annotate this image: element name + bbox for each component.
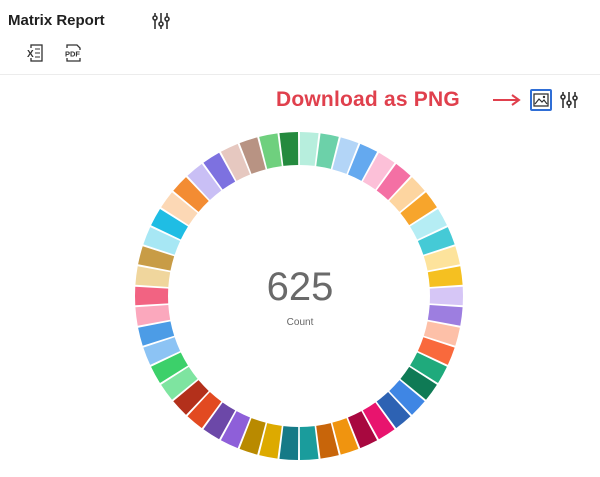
svg-text:PDF: PDF — [65, 50, 80, 59]
donut-segment[interactable] — [279, 132, 299, 166]
donut-segment[interactable] — [299, 426, 319, 460]
svg-text:X: X — [27, 49, 34, 60]
sliders-icon[interactable] — [150, 11, 172, 31]
pdf-export-icon[interactable]: PDF — [61, 42, 85, 64]
donut-segment[interactable] — [429, 286, 463, 306]
excel-export-icon[interactable]: X — [24, 42, 46, 64]
donut-segment[interactable] — [299, 132, 319, 166]
report-title: Matrix Report — [8, 12, 105, 29]
total-count-label: Count — [286, 317, 314, 328]
donut-segment[interactable] — [279, 426, 299, 460]
total-count: 625 — [266, 265, 334, 309]
donut-segment[interactable] — [135, 286, 169, 306]
